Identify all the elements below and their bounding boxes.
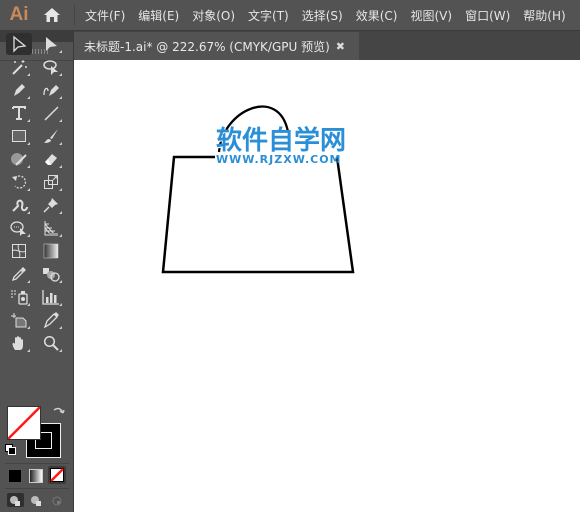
warp-tool[interactable] (6, 194, 32, 216)
selection-arrow-icon (13, 35, 27, 53)
none-swatch-icon (50, 468, 64, 482)
watermark-url: WWW.RJZXW.COM (216, 153, 342, 166)
menu-window[interactable]: 窗口(W) (465, 7, 510, 24)
document-tab-title: 未标题-1.ai* @ 222.67% (CMYK/GPU 预览) (84, 40, 330, 54)
gradient-tool[interactable] (38, 240, 64, 262)
watermark-title: 软件自学网 (216, 126, 347, 156)
slice-knife-icon (43, 312, 59, 328)
color-mode-button[interactable] (8, 469, 22, 483)
puppet-warp-tool[interactable] (38, 194, 64, 216)
eyedropper-tool[interactable] (6, 263, 32, 285)
menu-file[interactable]: 文件(F) (85, 7, 125, 24)
paintbrush-icon (44, 129, 58, 143)
hand-icon (12, 336, 23, 350)
magic-wand-icon (12, 60, 27, 75)
bag-body-path (161, 155, 355, 274)
lasso-tool[interactable] (38, 56, 64, 78)
draw-inside-icon (52, 496, 62, 506)
blend-tool[interactable] (38, 263, 64, 285)
none-color-icon (8, 407, 40, 439)
pushpin-icon (43, 198, 58, 213)
menu-edit[interactable]: 编辑(E) (138, 7, 179, 24)
draw-normal-button[interactable] (7, 493, 24, 507)
eyedropper-icon (11, 267, 26, 282)
menu-select[interactable]: 选择(S) (302, 7, 343, 24)
magnifier-icon (43, 335, 59, 351)
close-tab-icon[interactable]: ✖ (336, 40, 345, 53)
menu-separator (74, 5, 75, 25)
shape-builder-icon (10, 221, 26, 236)
app-logo: Ai (9, 4, 29, 25)
perspective-grid-tool[interactable] (38, 217, 64, 239)
home-button[interactable] (38, 0, 66, 30)
home-icon (44, 8, 60, 22)
draw-behind-icon (31, 496, 41, 506)
line-segment-icon (44, 106, 59, 121)
gradient-mode-button[interactable] (29, 469, 43, 483)
blend-icon (43, 268, 60, 282)
rectangle-icon (12, 130, 26, 142)
rotate-icon (12, 175, 27, 189)
line-segment-tool[interactable] (38, 102, 64, 124)
direct-selection-tool[interactable] (38, 33, 64, 55)
draw-inside-button[interactable] (49, 493, 66, 507)
eraser-icon (45, 154, 57, 165)
mesh-tool[interactable] (6, 240, 32, 262)
warp-icon (12, 199, 28, 212)
hand-tool[interactable] (6, 332, 32, 354)
draw-behind-button[interactable] (28, 493, 45, 507)
fill-swatch[interactable] (7, 406, 41, 440)
artboard-icon (11, 313, 27, 328)
document-tab[interactable]: 未标题-1.ai* @ 222.67% (CMYK/GPU 预览) ✖ (74, 32, 359, 61)
menu-bar: Ai 文件(F) 编辑(E) 对象(O) 文字(T) 选择(S) 效果(C) 视… (0, 0, 580, 30)
swap-fill-stroke-icon[interactable] (52, 405, 66, 419)
symbol-sprayer-icon (11, 290, 28, 305)
shape-builder-tool[interactable] (6, 217, 32, 239)
scale-icon (44, 175, 58, 189)
scale-tool[interactable] (38, 171, 64, 193)
perspective-grid-icon (44, 221, 58, 236)
column-graph-tool[interactable] (38, 286, 64, 308)
color-controls (5, 403, 69, 511)
type-tool[interactable] (6, 102, 32, 124)
magic-wand-tool[interactable] (6, 56, 32, 78)
rotate-tool[interactable] (6, 171, 32, 193)
eraser-tool[interactable] (38, 148, 64, 170)
menu-effect[interactable]: 效果(C) (356, 7, 398, 24)
document-tab-bar: 未标题-1.ai* @ 222.67% (CMYK/GPU 预览) ✖ (74, 30, 580, 61)
paintbrush-tool[interactable] (38, 125, 64, 147)
none-mode-button[interactable] (48, 466, 66, 484)
gradient-icon (43, 243, 59, 259)
draw-normal-icon (10, 496, 20, 506)
menu-view[interactable]: 视图(V) (410, 7, 452, 24)
zoom-tool[interactable] (38, 332, 64, 354)
watermark: 软件自学网 WWW.RJZXW.COM (216, 120, 346, 166)
mesh-icon (11, 243, 27, 259)
rectangle-tool[interactable] (6, 125, 32, 147)
selection-tool[interactable] (6, 33, 32, 55)
direct-selection-icon (46, 37, 57, 51)
menu-object[interactable]: 对象(O) (192, 7, 235, 24)
shaper-tool[interactable] (6, 148, 32, 170)
default-fill-stroke-button[interactable] (5, 444, 16, 455)
shaper-icon (11, 153, 27, 166)
menu-type[interactable]: 文字(T) (248, 7, 289, 24)
lasso-icon (43, 60, 58, 75)
pen-tool[interactable] (6, 79, 32, 101)
curvature-tool[interactable] (38, 79, 64, 101)
pen-icon (14, 84, 25, 96)
artboard-tool[interactable] (6, 309, 32, 331)
type-t-icon (12, 106, 26, 120)
symbol-sprayer-tool[interactable] (6, 286, 32, 308)
column-graph-icon (42, 290, 59, 305)
menu-help[interactable]: 帮助(H) (523, 7, 565, 24)
artboard-canvas[interactable]: 软件自学网 WWW.RJZXW.COM (74, 60, 580, 512)
curvature-pen-icon (43, 85, 59, 96)
slice-tool[interactable] (38, 309, 64, 331)
